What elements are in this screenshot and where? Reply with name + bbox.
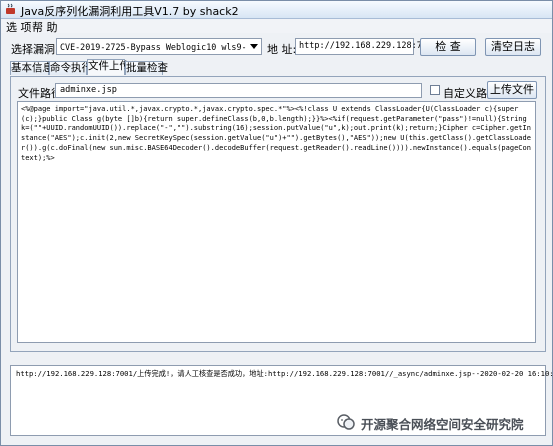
- java-app-icon: [6, 3, 15, 14]
- file-content-textarea[interactable]: <%@page import="java.util.*,javax.crypto…: [17, 101, 536, 343]
- tab-basic-info[interactable]: 基本信息: [10, 61, 53, 75]
- chevron-down-icon[interactable]: [250, 44, 258, 49]
- title-bar: Java反序列化漏洞利用工具V1.7 by shack2: [1, 1, 552, 19]
- watermark: 开源聚合网络空间安全研究院: [337, 412, 547, 432]
- log-text: http://192.168.229.128:7001/上传完成!，请人工核查是…: [16, 369, 553, 378]
- vuln-select-value: CVE-2019-2725-Bypass Weblogic10 wls9-asy…: [60, 42, 246, 52]
- menu-bar: 选 项 帮 助: [1, 19, 552, 35]
- vuln-select-label: 选择漏洞:: [11, 43, 59, 56]
- tab-file-upload[interactable]: 文件上传: [87, 59, 130, 75]
- check-button[interactable]: 检 查: [420, 38, 476, 56]
- file-path-value: adminxe.jsp: [60, 85, 117, 95]
- window-title: Java反序列化漏洞利用工具V1.7 by shack2: [21, 5, 239, 18]
- tab-command-exec[interactable]: 命令执行: [49, 61, 92, 75]
- app-window: Java反序列化漏洞利用工具V1.7 by shack2 选 项 帮 助 选择漏…: [0, 0, 553, 446]
- clear-log-button[interactable]: 清空日志: [485, 38, 541, 56]
- upload-file-button[interactable]: 上传文件: [487, 81, 537, 99]
- menu-help[interactable]: 帮 助: [32, 19, 58, 35]
- vuln-select[interactable]: CVE-2019-2725-Bypass Weblogic10 wls9-asy…: [56, 38, 262, 55]
- custom-path-checkbox[interactable]: [430, 85, 440, 95]
- wechat-icon: [337, 414, 355, 430]
- address-input[interactable]: http://192.168.229.128:7001/: [295, 38, 442, 55]
- file-content-text: <%@page import="java.util.*,javax.crypto…: [21, 105, 531, 162]
- address-label: 地 址:: [267, 43, 297, 56]
- file-path-input[interactable]: adminxe.jsp: [55, 83, 422, 98]
- menu-options[interactable]: 选 项: [6, 19, 32, 35]
- tab-batch-check[interactable]: 批量检查: [125, 61, 168, 75]
- watermark-text: 开源聚合网络空间安全研究院: [361, 417, 524, 432]
